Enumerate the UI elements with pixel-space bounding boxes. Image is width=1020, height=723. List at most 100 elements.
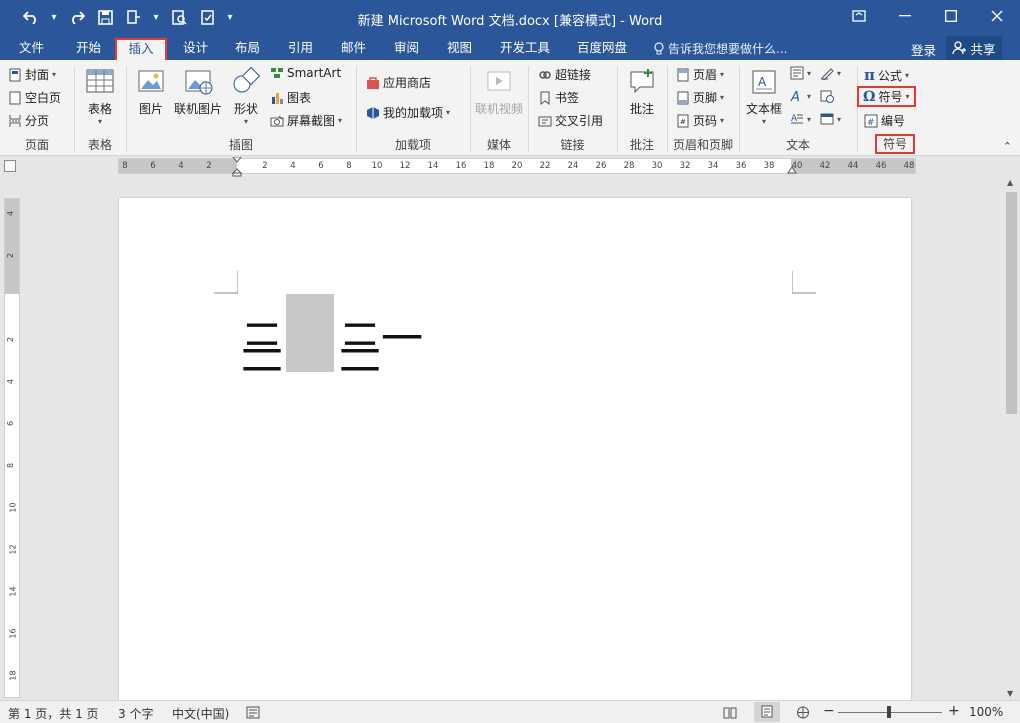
my-addins-button[interactable]: 我的加载项 ▾ xyxy=(366,104,450,121)
quickparts-button[interactable]: ▾ xyxy=(790,66,811,80)
screenshot-button[interactable]: 屏幕截图 ▾ xyxy=(270,112,342,129)
page-number-icon: # xyxy=(677,114,689,127)
document-page[interactable]: 二 二一 二 二 xyxy=(119,198,911,700)
hyperlink-button[interactable]: 超链接 xyxy=(538,66,591,83)
share-label: 共享 xyxy=(970,41,996,57)
ruler-tick: 36 xyxy=(735,161,747,171)
indent-marker-icon[interactable] xyxy=(232,157,242,177)
bookmark-button[interactable]: 书签 xyxy=(538,89,579,106)
hyperlink-icon xyxy=(539,70,551,79)
tab-references[interactable]: 引用 xyxy=(283,38,318,60)
tell-me-box[interactable]: 告诉我您想要做什么... xyxy=(654,40,787,57)
language-indicator[interactable]: 中文(中国) xyxy=(172,705,229,722)
crossref-button[interactable]: 交叉引用 xyxy=(538,112,603,129)
zoom-out-icon[interactable]: − xyxy=(823,703,835,719)
wordart-button[interactable]: A ▾ xyxy=(790,89,811,103)
tab-baidu[interactable]: 百度网盘 xyxy=(572,38,632,60)
status-bar: 第 1 页，共 1 页 3 个字 中文(中国) − + 100% xyxy=(0,700,1020,723)
print-layout-icon xyxy=(761,705,773,718)
online-video-icon xyxy=(487,71,511,91)
vruler-tick: 16 xyxy=(8,628,18,639)
selected-highlight[interactable] xyxy=(286,294,334,372)
share-button[interactable]: 共享 xyxy=(946,36,1002,60)
svg-text:A: A xyxy=(758,75,767,89)
minimize-icon[interactable] xyxy=(882,0,928,32)
tab-home[interactable]: 开始 xyxy=(71,38,106,60)
comment-button[interactable]: 批注 xyxy=(622,66,662,117)
ruler-tick: 10 xyxy=(371,161,383,171)
tab-selector[interactable] xyxy=(4,160,16,172)
zoom-level[interactable]: 100% xyxy=(969,705,1003,719)
tab-insert[interactable]: 插入 xyxy=(115,38,167,60)
zoom-in-icon[interactable]: + xyxy=(948,703,960,719)
tab-file[interactable]: 文件 xyxy=(14,38,49,60)
vruler-tick: 4 xyxy=(6,210,16,217)
omega-icon: Ω xyxy=(863,88,876,105)
cover-page-button[interactable]: 封面 ▾ xyxy=(8,66,56,83)
blank-page-button[interactable]: 空白页 xyxy=(8,89,61,106)
read-mode-icon[interactable] xyxy=(723,706,737,719)
equation-button[interactable]: π 公式 ▾ xyxy=(864,66,909,84)
vruler-tick: 12 xyxy=(8,544,18,555)
numbering-button[interactable]: # 编号 xyxy=(864,112,905,129)
quickparts-icon xyxy=(790,66,804,80)
word-count[interactable]: 3 个字 xyxy=(118,705,153,722)
macro-record-icon[interactable] xyxy=(246,706,260,719)
vruler-tick: 10 xyxy=(8,502,18,513)
zoom-slider-knob[interactable] xyxy=(887,706,891,718)
signature-button[interactable]: ▾ xyxy=(820,66,841,80)
table-button[interactable]: 表格 ▾ xyxy=(80,66,120,126)
ruler-tick: 8 xyxy=(122,161,128,171)
ruler-tick: 2 xyxy=(262,161,268,171)
person-icon xyxy=(952,41,967,55)
header-button[interactable]: 页眉 ▾ xyxy=(676,66,724,83)
chart-button[interactable]: 图表 xyxy=(270,89,311,106)
vertical-ruler[interactable]: 4 2 2 4 6 8 10 12 14 16 18 xyxy=(4,198,20,698)
smartart-button[interactable]: SmartArt xyxy=(270,66,341,80)
tab-layout[interactable]: 布局 xyxy=(230,38,265,60)
maximize-icon[interactable] xyxy=(928,0,974,32)
page-count[interactable]: 第 1 页，共 1 页 xyxy=(8,705,99,722)
online-picture-button[interactable]: 联机图片 xyxy=(172,66,224,117)
ribbon-display-icon[interactable] xyxy=(836,0,882,32)
login-link[interactable]: 登录 xyxy=(911,40,936,59)
footer-button[interactable]: 页脚 ▾ xyxy=(676,89,724,106)
datetime-button[interactable] xyxy=(820,89,834,103)
doc-text-line2-left[interactable]: 二 xyxy=(241,336,283,378)
ruler-tick: 38 xyxy=(763,161,775,171)
collapse-ribbon-icon[interactable]: ⌃ xyxy=(1003,140,1012,153)
close-icon[interactable] xyxy=(974,0,1020,32)
object-icon xyxy=(820,113,834,125)
scroll-down-icon[interactable]: ▼ xyxy=(1007,689,1013,698)
print-layout-button[interactable] xyxy=(754,702,780,722)
object-button[interactable]: ▾ xyxy=(820,112,841,126)
textbox-button[interactable]: A 文本框 ▾ xyxy=(744,66,784,126)
ruler-tick: 4 xyxy=(178,161,184,171)
symbol-button[interactable]: Ω 符号 ▾ xyxy=(857,86,916,107)
online-video-button[interactable]: 联机视频 xyxy=(474,66,524,117)
store-button[interactable]: 应用商店 xyxy=(366,74,431,91)
tab-review[interactable]: 审阅 xyxy=(389,38,424,60)
horizontal-ruler[interactable]: 8 6 4 2 2 4 6 8 10 12 14 16 18 20 22 24 26 28 30 32 34 36 38 40… xyxy=(118,157,916,177)
dropcap-button[interactable]: A ▾ xyxy=(790,112,811,126)
page-number-button[interactable]: # 页码 ▾ xyxy=(676,112,724,129)
picture-button[interactable]: 图片 xyxy=(132,66,170,117)
text-boundary-corner-icon xyxy=(792,271,816,294)
ruler-tick: 46 xyxy=(875,161,887,171)
tab-mailings[interactable]: 邮件 xyxy=(336,38,371,60)
tab-view[interactable]: 视图 xyxy=(442,38,477,60)
vertical-scrollbar[interactable]: ▲ ▼ xyxy=(1003,176,1020,700)
ribbon-tabs: 文件 开始 插入 设计 布局 引用 邮件 审阅 视图 开发工具 百度网盘 告诉我… xyxy=(0,36,1020,60)
scroll-thumb[interactable] xyxy=(1006,192,1017,414)
tab-design[interactable]: 设计 xyxy=(178,38,213,60)
shapes-button[interactable]: 形状 ▾ xyxy=(227,66,265,126)
ruler-tick: 2 xyxy=(206,161,212,171)
group-symbols-label: 符号 xyxy=(875,134,915,154)
doc-text-line2-right[interactable]: 二 xyxy=(339,336,381,378)
page-break-button[interactable]: 分页 xyxy=(8,112,49,129)
tab-developer[interactable]: 开发工具 xyxy=(495,38,555,60)
title-bar: ▾ ▾ ▾ 新建 Microsoft Word 文档.docx [兼容模式] -… xyxy=(0,0,1020,36)
web-layout-icon[interactable] xyxy=(796,706,810,719)
scroll-up-icon[interactable]: ▲ xyxy=(1007,178,1013,187)
right-indent-marker-icon[interactable] xyxy=(787,167,797,175)
